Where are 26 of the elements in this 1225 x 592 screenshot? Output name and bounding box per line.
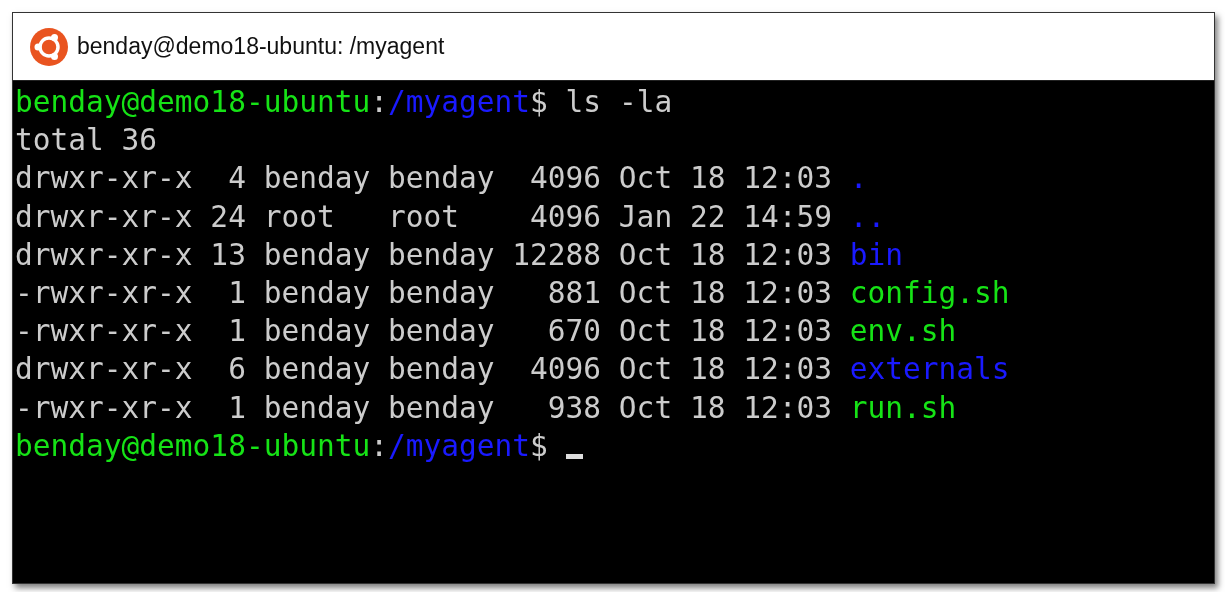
file-details: drwxr-xr-x 13 benday benday 12288 Oct 18 12:03 [15, 236, 833, 274]
command-text: ls -la [564, 84, 673, 121]
prompt-user-host: benday@demo18-ubuntu [15, 84, 371, 121]
file-name: .. [849, 198, 886, 236]
prompt-separator: : [370, 84, 388, 121]
prompt-user-host: benday@demo18-ubuntu [15, 427, 371, 465]
file-details: drwxr-xr-x 6 benday benday 4096 Oct 18 12:03 [15, 351, 833, 389]
prompt-separator: : [370, 427, 388, 465]
prompt-symbol: $ [530, 427, 548, 465]
file-details: drwxr-xr-x 4 benday benday 4096 Oct 18 12:03 [15, 160, 833, 198]
file-details: -rwxr-xr-x 1 benday benday 881 Oct 18 12:03 [15, 275, 833, 312]
file-name: run.sh [849, 389, 957, 427]
file-details: drwxr-xr-x 24 root root 4096 Jan 22 14:59 [15, 198, 833, 236]
output-text: total 36 [15, 122, 158, 160]
prompt-symbol: $ [530, 84, 548, 121]
file-name: externals [849, 351, 1010, 389]
file-details: -rwxr-xr-x 1 benday benday 938 Oct 18 12:03 [15, 389, 833, 427]
file-name: env.sh [849, 313, 957, 351]
file-name: . [849, 160, 868, 198]
prompt-path: /myagent [388, 427, 531, 465]
window-title: benday@demo18-ubuntu: /myagent [77, 33, 445, 60]
file-name: config.sh [849, 275, 1010, 312]
file-name: bin [849, 236, 904, 274]
ubuntu-logo-icon [29, 26, 69, 67]
prompt-path: /myagent [388, 84, 531, 121]
file-details: -rwxr-xr-x 1 benday benday 670 Oct 18 12:03 [15, 313, 833, 351]
